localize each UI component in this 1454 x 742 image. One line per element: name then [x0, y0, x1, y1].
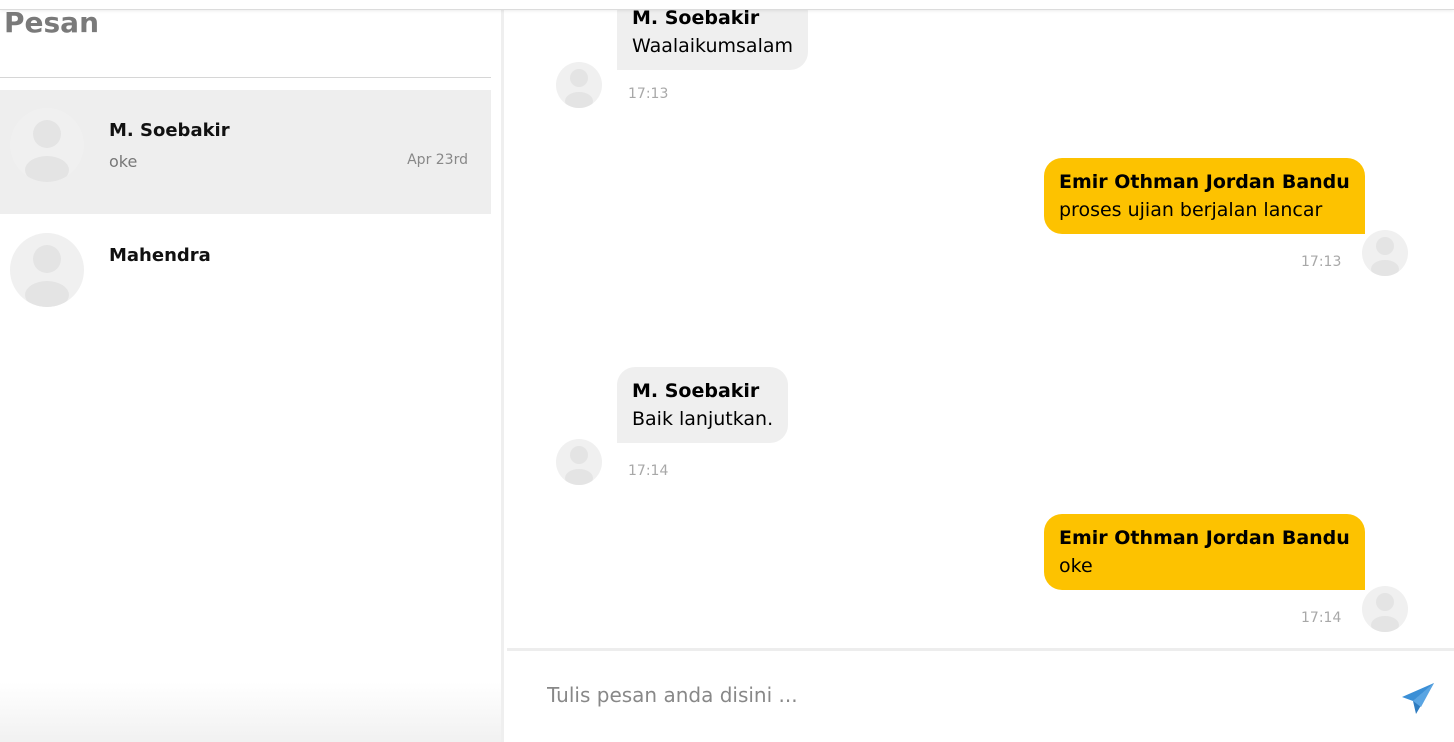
message-time: 17:14 — [628, 463, 669, 479]
sidebar-divider — [0, 77, 491, 78]
user-avatar-icon — [1362, 230, 1408, 276]
incoming-message-bubble: M. Soebakir Baik lanjutkan. — [617, 367, 789, 443]
message-text: oke — [1059, 555, 1093, 577]
message-time: 17:13 — [1301, 254, 1342, 270]
message-composer — [507, 648, 1454, 742]
conversation-name: Mahendra — [109, 245, 211, 266]
conversation-item[interactable]: M. Soebakir oke Apr 23rd — [0, 90, 491, 214]
message-text: Waalaikumsalam — [632, 35, 793, 57]
send-paper-plane-icon[interactable] — [1400, 681, 1436, 717]
message-input[interactable] — [547, 673, 1367, 717]
chat-thread: M. Soebakir Waalaikumsalam 17:13 Emir Ot… — [507, 0, 1454, 742]
outgoing-message-bubble: Emir Othman Jordan Bandu oke — [1044, 514, 1365, 590]
conversation-item[interactable]: Mahendra — [0, 215, 491, 339]
outgoing-message-bubble: Emir Othman Jordan Bandu proses ujian be… — [1044, 158, 1365, 234]
user-avatar-icon — [556, 439, 602, 485]
message-sender: Emir Othman Jordan Bandu — [1059, 171, 1350, 193]
top-bar — [0, 0, 1454, 10]
message-sender: M. Soebakir — [632, 380, 760, 402]
conversation-name: M. Soebakir — [109, 120, 230, 141]
user-avatar-icon — [10, 108, 84, 182]
conversation-date: Apr 23rd — [407, 152, 468, 168]
message-time: 17:13 — [628, 86, 669, 102]
sidebar-fade — [0, 682, 501, 742]
incoming-message-bubble: M. Soebakir Waalaikumsalam — [617, 0, 808, 70]
message-text: Baik lanjutkan. — [632, 408, 774, 430]
message-text: proses ujian berjalan lancar — [1059, 199, 1323, 221]
user-avatar-icon — [556, 62, 602, 108]
user-avatar-icon — [1362, 586, 1408, 632]
message-time: 17:14 — [1301, 610, 1342, 626]
conversation-last-message: oke — [109, 152, 138, 171]
conversation-sidebar: Pesan M. Soebakir oke Apr 23rd Mahendra — [0, 0, 504, 742]
user-avatar-icon — [10, 233, 84, 307]
message-sender: Emir Othman Jordan Bandu — [1059, 527, 1350, 549]
sidebar-title: Pesan — [4, 6, 100, 39]
